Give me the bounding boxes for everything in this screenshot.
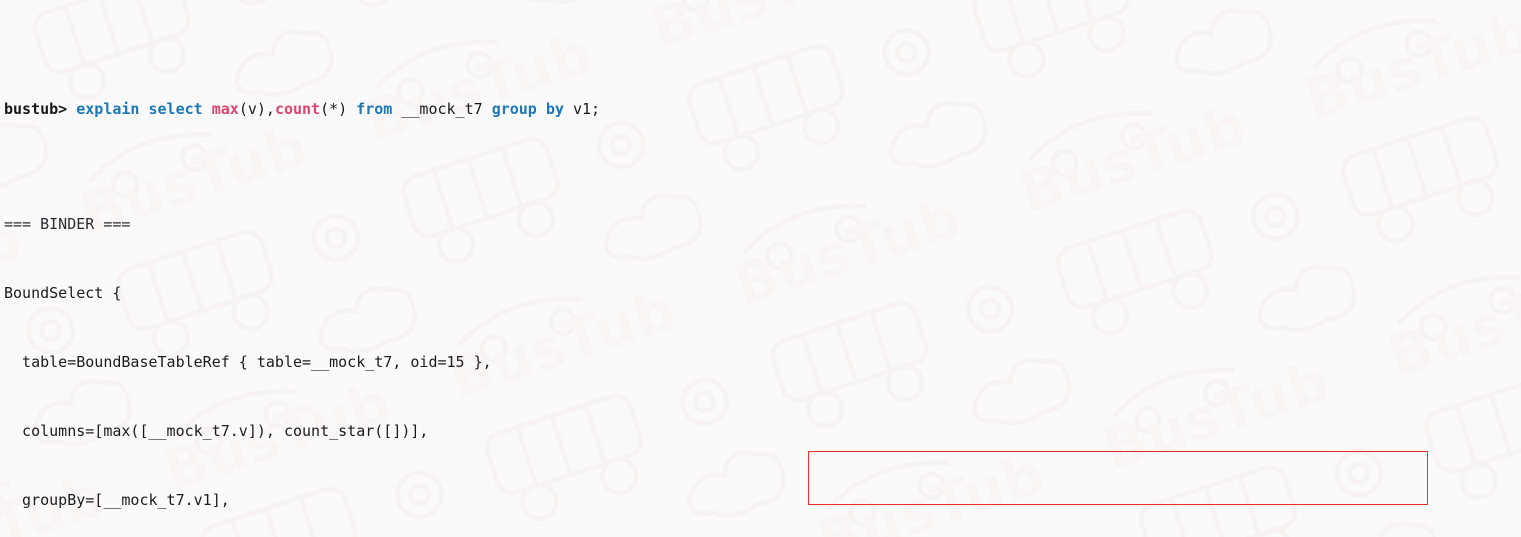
- sql-function-count: count: [274, 100, 321, 118]
- binder-line: groupBy=[__mock_t7.v1],: [4, 491, 230, 509]
- command-line: bustub> explain select max(v),count(*) f…: [4, 98, 1521, 121]
- sql-table-name: __mock_t7: [392, 100, 492, 118]
- sql-arg-star: (*): [320, 100, 357, 118]
- sql-function-max: max: [211, 100, 239, 118]
- sql-keyword-group-by: group by: [491, 100, 564, 118]
- binder-line: BoundSelect {: [4, 284, 122, 302]
- console-output: bustub> explain select max(v),count(*) f…: [0, 0, 1521, 537]
- section-header-binder: === BINDER ===: [4, 215, 131, 233]
- shell-prompt: bustub>: [4, 100, 68, 118]
- sql-keyword-from: from: [356, 100, 393, 118]
- sql-group-column: v1;: [563, 100, 601, 118]
- terminal-window: BusTub bustub> explain select max(v),cou…: [0, 0, 1521, 537]
- binder-line: columns=[max([__mock_t7.v]), count_star(…: [4, 422, 429, 440]
- sql-arg-v: (v),: [238, 100, 275, 118]
- sql-keyword-explain-select: explain select: [76, 100, 212, 118]
- binder-line: table=BoundBaseTableRef { table=__mock_t…: [4, 353, 492, 371]
